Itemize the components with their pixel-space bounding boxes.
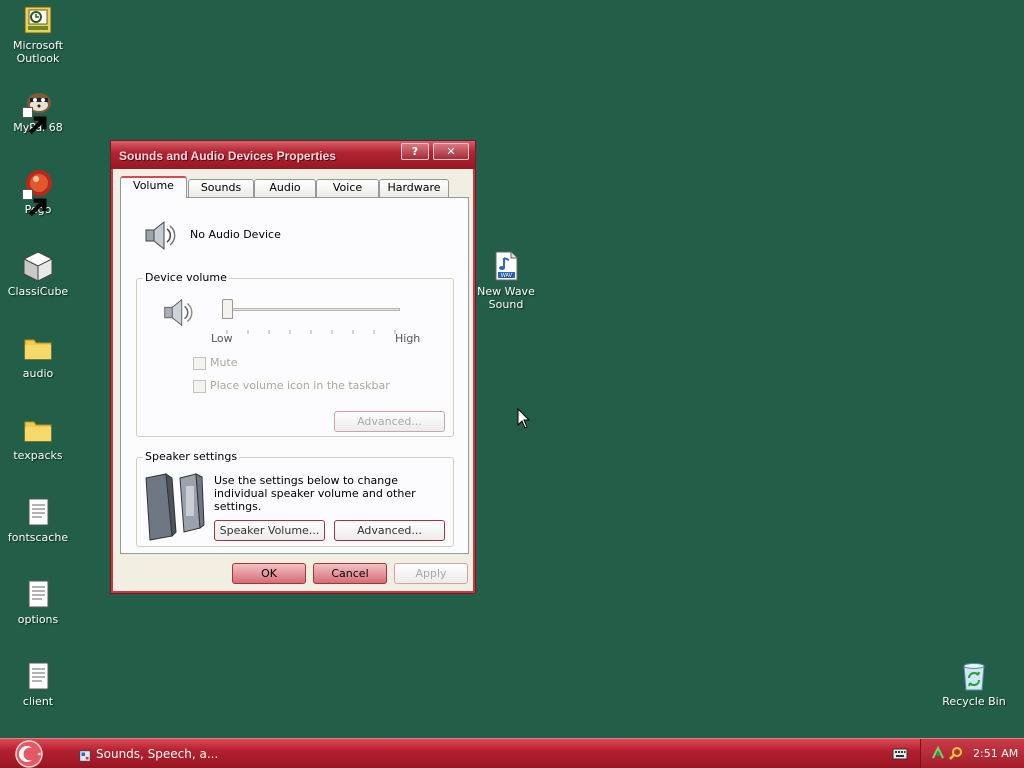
text-file-icon bbox=[22, 578, 54, 610]
mouse-cursor-icon bbox=[517, 407, 531, 430]
mute-checkbox[interactable] bbox=[193, 356, 206, 370]
speaker-advanced-button[interactable]: Advanced... bbox=[334, 520, 445, 541]
mute-checkbox-row[interactable]: Mute bbox=[193, 356, 238, 370]
recycle-bin-icon bbox=[958, 660, 990, 692]
speaker-volume-button[interactable]: Speaker Volume... bbox=[214, 520, 325, 541]
keyboard-icon[interactable] bbox=[892, 748, 908, 760]
taskbar-icon-label: Place volume icon in the taskbar bbox=[210, 379, 390, 392]
volume-speaker-icon bbox=[160, 296, 194, 330]
volume-advanced-button[interactable]: Advanced... bbox=[334, 411, 445, 432]
control-panel-icon bbox=[78, 747, 92, 768]
desktop-icon-label: Microsoft Outlook bbox=[12, 39, 64, 65]
cancel-button[interactable]: Cancel bbox=[313, 563, 387, 584]
tab-audio[interactable]: Audio bbox=[254, 179, 316, 197]
volume-high-label: High bbox=[395, 332, 421, 345]
desktop-icon-client[interactable]: client bbox=[0, 660, 76, 708]
volume-slider[interactable] bbox=[222, 299, 406, 334]
mypal-icon bbox=[22, 86, 54, 135]
desktop-icon-mypal[interactable]: MyPal 68 bbox=[0, 86, 76, 135]
folder-icon bbox=[22, 332, 54, 364]
desktop-icon-label: ClassiCube bbox=[7, 285, 69, 298]
close-button[interactable]: ✕ bbox=[433, 143, 469, 160]
desktop-icon-label: client bbox=[22, 695, 54, 708]
start-button[interactable] bbox=[8, 740, 50, 768]
desktop-icon-label: texpacks bbox=[13, 449, 63, 462]
speakers-icon bbox=[142, 470, 206, 542]
volume-slider-track bbox=[226, 308, 400, 311]
wav-file-icon: WAV bbox=[490, 250, 522, 282]
desktop-icon-label: fontscache bbox=[7, 531, 69, 544]
volume-tab-panel: No Audio Device Device volume Low High M… bbox=[120, 197, 469, 554]
mute-label: Mute bbox=[210, 356, 238, 369]
speaker-settings-group: Speaker settings Use the settings below … bbox=[136, 450, 454, 547]
desktop-icon-label: audio bbox=[22, 367, 54, 380]
desktop-icon-new-wave-sound[interactable]: WAV New Wave Sound bbox=[468, 250, 544, 311]
taskbar: Sounds, Speech, a... 2:51 AM bbox=[0, 738, 1024, 768]
desktop-icon-pego[interactable]: Pego bbox=[0, 168, 76, 217]
volume-slider-thumb[interactable] bbox=[222, 299, 233, 319]
dialog-client: Volume Sounds Audio Voice Hardware No Au… bbox=[114, 169, 472, 590]
outlook-icon bbox=[22, 4, 54, 36]
device-name: No Audio Device bbox=[190, 228, 281, 241]
dialog-titlebar[interactable]: Sounds and Audio Devices Properties ? ✕ bbox=[111, 141, 475, 169]
speaker-settings-title: Speaker settings bbox=[143, 450, 240, 463]
tab-voice[interactable]: Voice bbox=[316, 179, 379, 197]
desktop-icon-label: Recycle Bin bbox=[942, 695, 1006, 708]
system-tray: 2:51 AM bbox=[920, 739, 1024, 768]
desktop-icon-fontscache[interactable]: fontscache bbox=[0, 496, 76, 544]
desktop-icon-classicube[interactable]: ClassiCube bbox=[0, 250, 76, 298]
folder-icon bbox=[22, 414, 54, 446]
desktop-icon-outlook[interactable]: Microsoft Outlook bbox=[0, 4, 76, 65]
desktop-icon-audio[interactable]: audio bbox=[0, 332, 76, 380]
taskbar-item-label: Sounds, Speech, a... bbox=[96, 747, 219, 761]
text-file-icon bbox=[22, 496, 54, 528]
speaker-settings-description: Use the settings below to change individ… bbox=[214, 474, 416, 513]
desktop-icon-label: options bbox=[17, 613, 59, 626]
help-button[interactable]: ? bbox=[401, 143, 429, 160]
shortcut-arrow-icon bbox=[22, 189, 47, 217]
search-tray-icon[interactable] bbox=[949, 746, 963, 760]
text-file-icon bbox=[22, 660, 54, 692]
start-logo-icon bbox=[15, 740, 43, 768]
taskbar-icon-checkbox-row[interactable]: Place volume icon in the taskbar bbox=[193, 379, 390, 393]
desktop-icon-recycle-bin[interactable]: Recycle Bin bbox=[936, 660, 1012, 708]
desktop-icon-texpacks[interactable]: texpacks bbox=[0, 414, 76, 462]
taskbar-icon-checkbox[interactable] bbox=[193, 379, 206, 393]
volume-slider-ticks bbox=[226, 324, 400, 334]
tab-volume[interactable]: Volume bbox=[120, 176, 187, 198]
network-tray-icon[interactable] bbox=[931, 745, 945, 760]
desktop-icon-options[interactable]: options bbox=[0, 578, 76, 626]
svg-text:WAV: WAV bbox=[501, 273, 513, 279]
apply-button[interactable]: Apply bbox=[394, 563, 468, 584]
sounds-properties-dialog: Sounds and Audio Devices Properties ? ✕ … bbox=[110, 140, 476, 594]
shortcut-arrow-icon bbox=[22, 107, 47, 135]
pego-icon bbox=[22, 168, 54, 217]
device-volume-group: Device volume Low High Mute Place volume… bbox=[136, 271, 454, 437]
taskbar-item-sounds[interactable]: Sounds, Speech, a... bbox=[72, 742, 222, 766]
tab-hardware[interactable]: Hardware bbox=[379, 179, 449, 197]
dialog-title: Sounds and Audio Devices Properties bbox=[119, 149, 336, 163]
tab-sounds[interactable]: Sounds bbox=[188, 179, 254, 197]
taskbar-clock[interactable]: 2:51 AM bbox=[973, 747, 1018, 760]
device-volume-title: Device volume bbox=[143, 271, 229, 284]
ok-button[interactable]: OK bbox=[232, 563, 306, 584]
volume-low-label: Low bbox=[211, 332, 233, 345]
classicube-icon bbox=[22, 250, 54, 282]
desktop-icon-label: New Wave Sound bbox=[477, 285, 535, 311]
speaker-icon bbox=[141, 218, 177, 254]
